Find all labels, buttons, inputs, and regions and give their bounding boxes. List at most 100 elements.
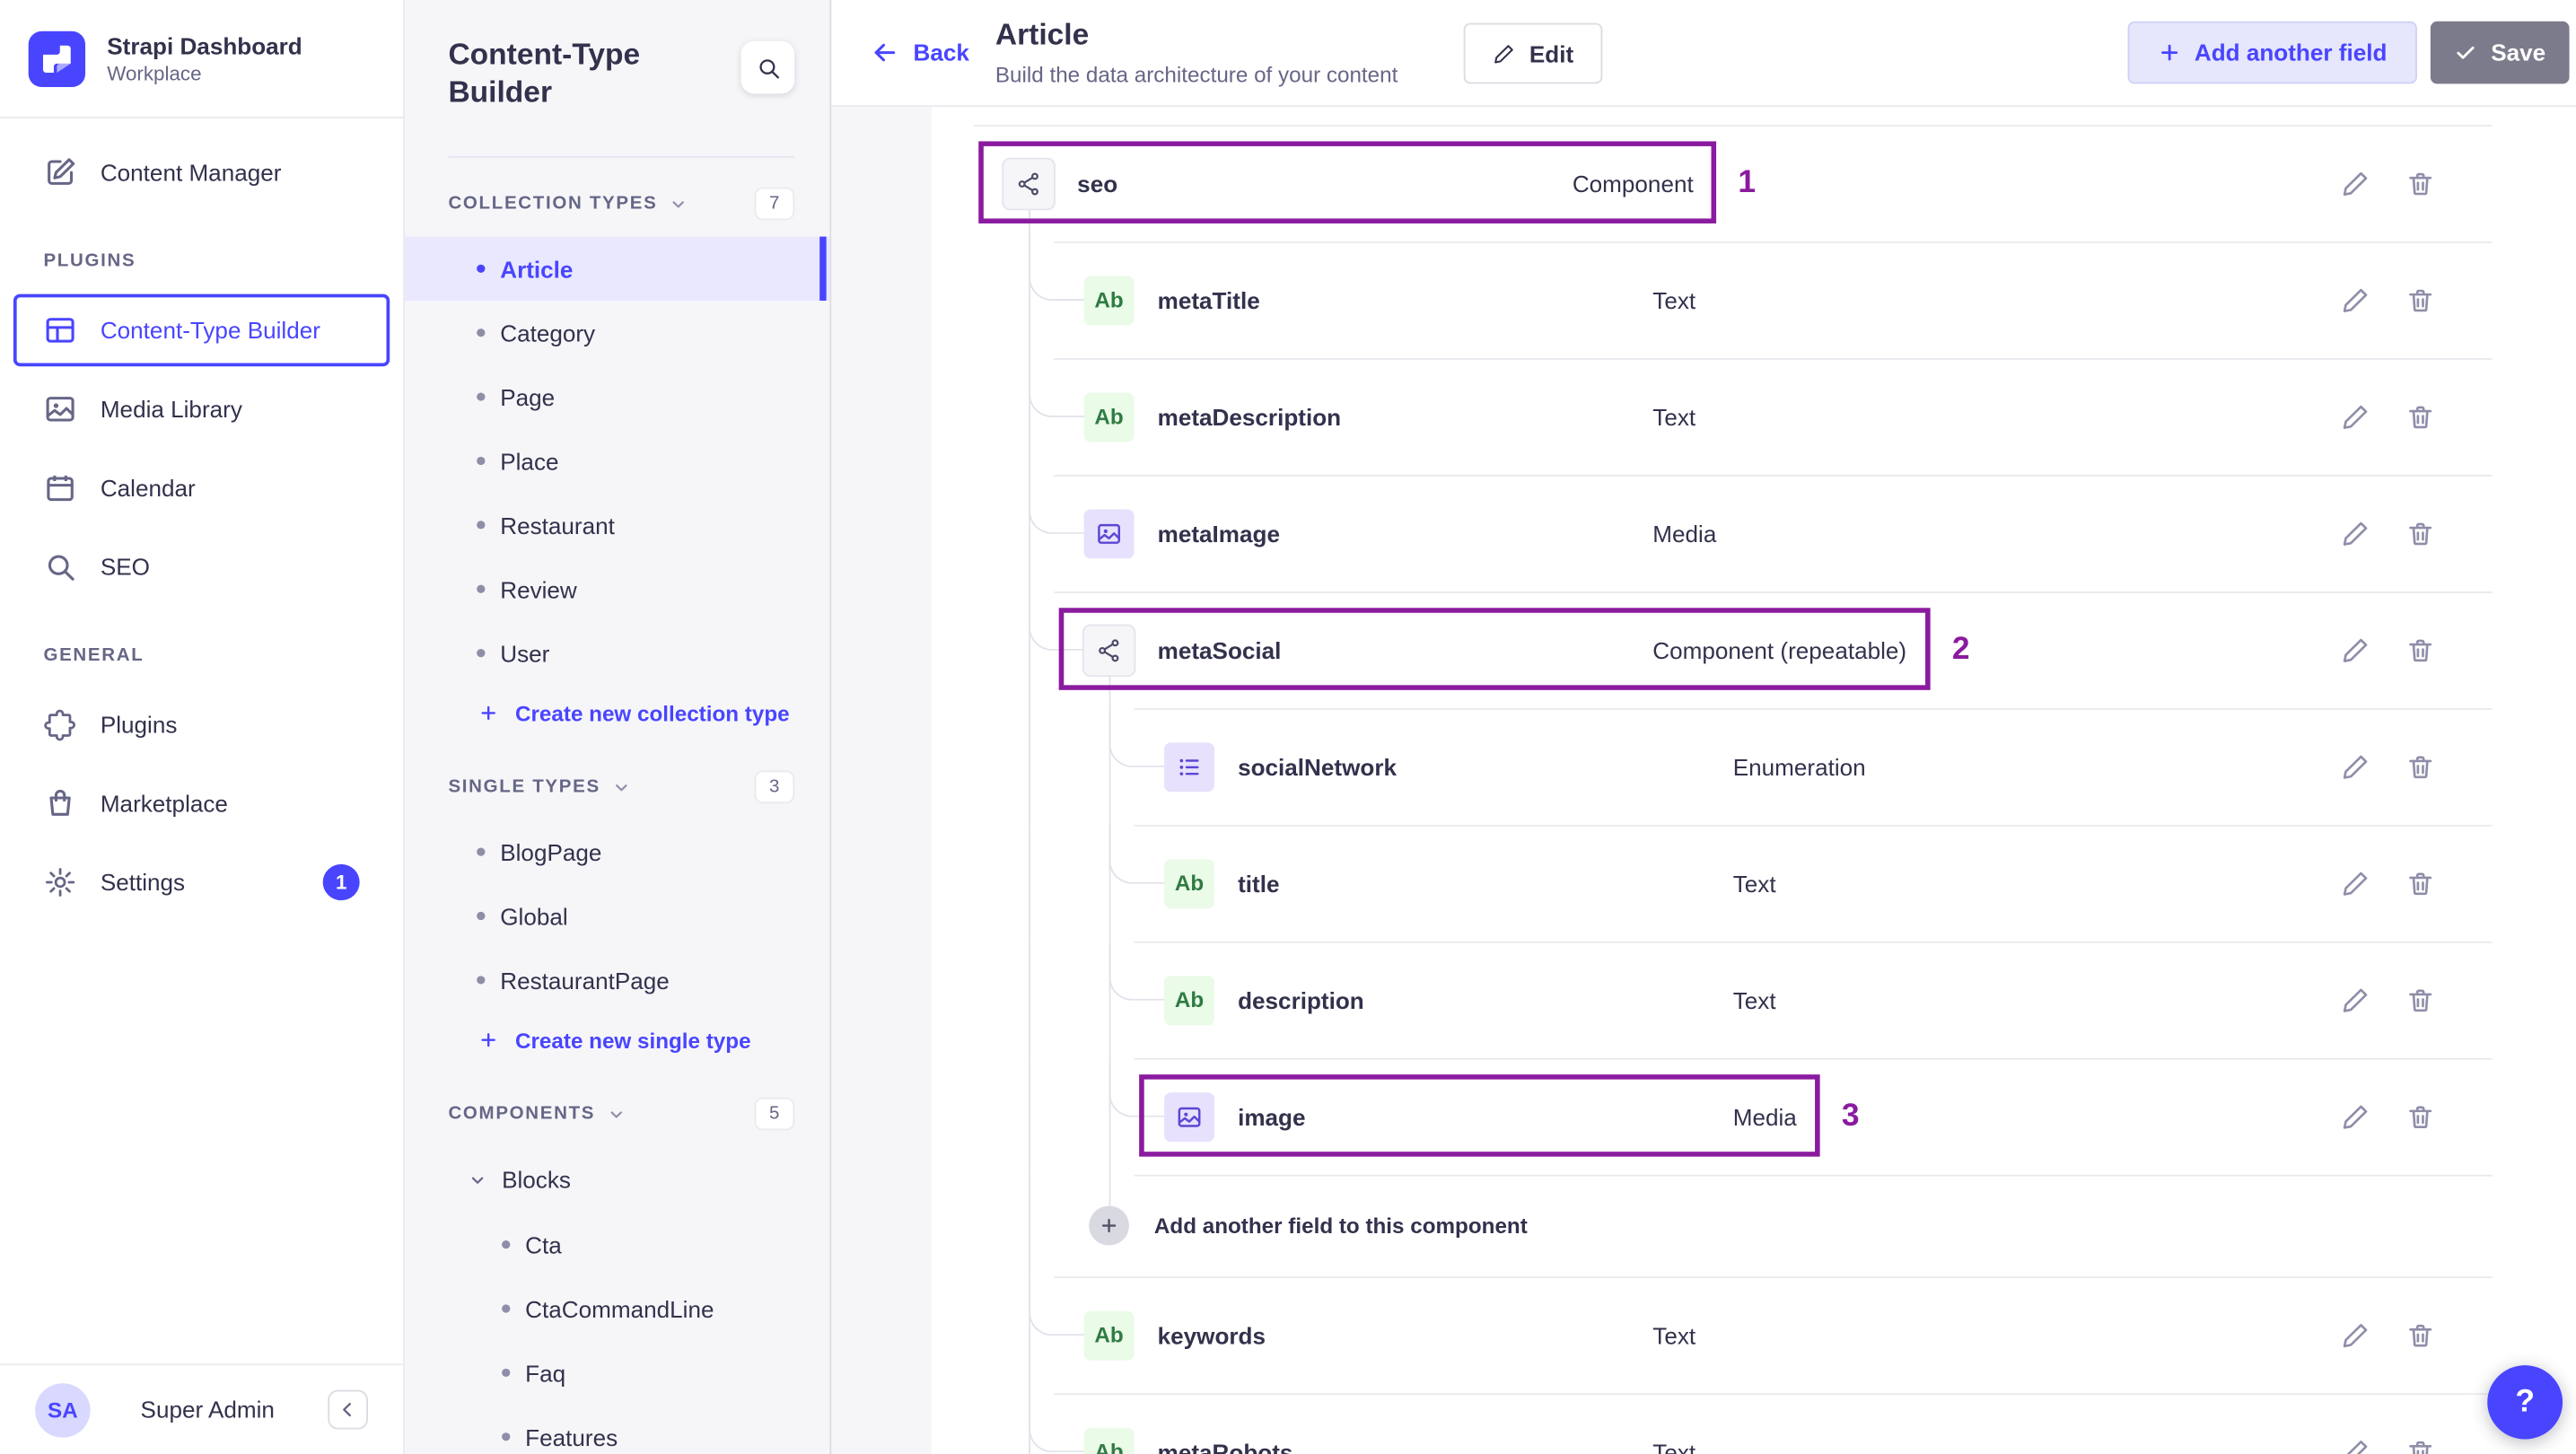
nav-item-media-library[interactable]: Media Library bbox=[0, 370, 403, 449]
type-item-restaurant[interactable]: Restaurant bbox=[405, 493, 829, 556]
delete-field-button[interactable] bbox=[2404, 634, 2437, 667]
nav-item-seo[interactable]: SEO bbox=[0, 528, 403, 607]
add-field-to-component-button[interactable] bbox=[1088, 1205, 1129, 1246]
add-another-field-button[interactable]: Add another field bbox=[2127, 21, 2417, 84]
delete-field-button[interactable] bbox=[2404, 400, 2437, 434]
pencil-icon bbox=[2340, 1437, 2370, 1454]
nav-item-settings[interactable]: Settings 1 bbox=[0, 843, 403, 922]
nav-item-label: Content Manager bbox=[100, 159, 282, 186]
delete-field-button[interactable] bbox=[2404, 1435, 2437, 1454]
group-header-single-types[interactable]: SINGLE TYPES 3 bbox=[405, 741, 829, 820]
type-item-blogpage[interactable]: BlogPage bbox=[405, 819, 829, 883]
action-create-new-collection-type[interactable]: Create new collection type bbox=[405, 685, 829, 740]
type-item-faq[interactable]: Faq bbox=[405, 1341, 829, 1405]
type-item-restaurantpage[interactable]: RestaurantPage bbox=[405, 948, 829, 1012]
pencil-icon bbox=[2340, 402, 2370, 432]
bullet-icon bbox=[502, 1240, 511, 1249]
type-item-ctacommandline[interactable]: CtaCommandLine bbox=[405, 1276, 829, 1340]
tree-connector bbox=[1028, 475, 1086, 534]
search-button[interactable] bbox=[740, 40, 795, 94]
tree-connector bbox=[1028, 591, 1086, 651]
type-item-label: Article bbox=[500, 255, 574, 282]
type-item-features[interactable]: Features bbox=[405, 1405, 829, 1454]
type-item-label: Review bbox=[500, 575, 577, 602]
annotation-label-2: 2 bbox=[1951, 631, 1970, 667]
edit-field-button[interactable] bbox=[2338, 167, 2371, 200]
search-icon bbox=[43, 550, 76, 583]
type-item-review[interactable]: Review bbox=[405, 557, 829, 621]
edit-field-button[interactable] bbox=[2338, 1318, 2371, 1352]
field-name: description bbox=[1238, 986, 1364, 1013]
type-item-page[interactable]: Page bbox=[405, 364, 829, 428]
chevron-down-icon bbox=[607, 1105, 626, 1123]
back-link[interactable]: Back bbox=[870, 38, 969, 67]
type-item-global[interactable]: Global bbox=[405, 884, 829, 948]
tree-connector bbox=[1028, 358, 1086, 417]
delete-field-button[interactable] bbox=[2404, 984, 2437, 1017]
delete-field-button[interactable] bbox=[2404, 284, 2437, 317]
edit-field-button[interactable] bbox=[2338, 750, 2371, 784]
trash-icon bbox=[2405, 519, 2436, 548]
nav-item-content-manager[interactable]: Content Manager bbox=[0, 133, 403, 212]
type-item-user[interactable]: User bbox=[405, 621, 829, 685]
edit-field-button[interactable] bbox=[2338, 634, 2371, 667]
nav-item-marketplace[interactable]: Marketplace bbox=[0, 764, 403, 843]
edit-field-button[interactable] bbox=[2338, 284, 2371, 317]
pencil-icon bbox=[2340, 519, 2370, 548]
field-row-image: image Media 3 bbox=[932, 1057, 2576, 1175]
save-button[interactable]: Save bbox=[2430, 21, 2570, 84]
group-header-collection-types[interactable]: COLLECTION TYPES 7 bbox=[405, 158, 829, 237]
field-row-keywords: Ab keywords Text bbox=[932, 1276, 2576, 1394]
nav-item-plugins[interactable]: Plugins bbox=[0, 685, 403, 764]
type-item-cta[interactable]: Cta bbox=[405, 1213, 829, 1276]
search-icon bbox=[755, 55, 780, 79]
component-category-blocks[interactable]: Blocks bbox=[405, 1147, 829, 1213]
edit-field-button[interactable] bbox=[2338, 984, 2371, 1017]
edit-field-button[interactable] bbox=[2338, 1100, 2371, 1134]
edit-field-button[interactable] bbox=[2338, 400, 2371, 434]
group-label: COLLECTION TYPES bbox=[448, 194, 658, 214]
user-name: Super Admin bbox=[140, 1396, 275, 1423]
delete-field-button[interactable] bbox=[2404, 1100, 2437, 1134]
tree-stem bbox=[1108, 675, 1110, 708]
gear-icon bbox=[43, 866, 76, 899]
nav-section-plugins: PLUGINS bbox=[43, 251, 136, 272]
edit-field-button[interactable] bbox=[2338, 517, 2371, 550]
nav-item-content-type-builder[interactable]: Content-Type Builder bbox=[13, 293, 390, 367]
trash-icon bbox=[2405, 402, 2436, 432]
bullet-icon bbox=[502, 1432, 511, 1441]
field-name: socialNetwork bbox=[1238, 753, 1398, 780]
edit-button[interactable]: Edit bbox=[1463, 22, 1603, 84]
add-field-to-component-label[interactable]: Add another field to this component bbox=[1154, 1213, 1528, 1238]
trash-icon bbox=[2405, 169, 2436, 198]
type-item-category[interactable]: Category bbox=[405, 301, 829, 364]
delete-field-button[interactable] bbox=[2404, 750, 2437, 784]
type-item-label: Page bbox=[500, 383, 556, 410]
field-type: Media bbox=[1652, 520, 1717, 547]
help-button[interactable]: ? bbox=[2487, 1365, 2563, 1440]
pencil-icon bbox=[2340, 285, 2370, 315]
collapse-sidebar-button[interactable] bbox=[328, 1389, 369, 1430]
bullet-icon bbox=[477, 976, 486, 985]
delete-field-button[interactable] bbox=[2404, 867, 2437, 900]
nav-item-label: Content-Type Builder bbox=[100, 317, 320, 344]
delete-field-button[interactable] bbox=[2404, 1318, 2437, 1352]
tree-stem bbox=[1028, 208, 1030, 242]
type-item-place[interactable]: Place bbox=[405, 429, 829, 493]
edit-field-button[interactable] bbox=[2338, 867, 2371, 900]
panel-title: Content-Type Builder bbox=[448, 38, 641, 109]
edit-field-button[interactable] bbox=[2338, 1435, 2371, 1454]
plus-icon bbox=[2158, 41, 2181, 65]
delete-field-button[interactable] bbox=[2404, 517, 2437, 550]
action-create-new-single-type[interactable]: Create new single type bbox=[405, 1012, 829, 1068]
field-name: seo bbox=[1077, 170, 1118, 197]
group-count-badge: 7 bbox=[756, 188, 793, 219]
type-item-article[interactable]: Article bbox=[405, 236, 830, 301]
user-avatar: SA bbox=[35, 1382, 91, 1437]
group-header-components[interactable]: COMPONENTS 5 bbox=[405, 1068, 829, 1147]
field-row-title: Ab title Text bbox=[932, 824, 2576, 942]
delete-field-button[interactable] bbox=[2404, 167, 2437, 200]
component-field-icon bbox=[1003, 158, 1055, 208]
strapi-logo-icon bbox=[28, 30, 86, 87]
nav-item-calendar[interactable]: Calendar bbox=[0, 449, 403, 528]
